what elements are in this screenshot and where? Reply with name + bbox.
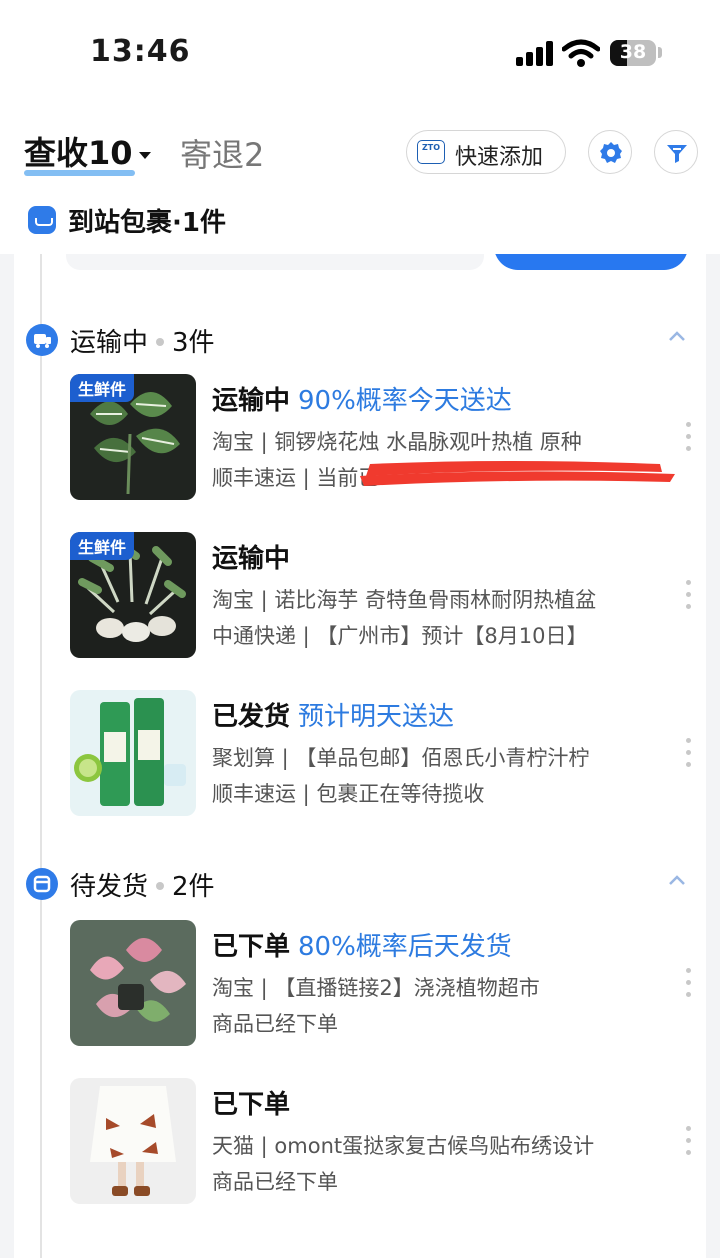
pickup-button[interactable] <box>494 254 688 270</box>
quick-add-button[interactable]: ZTO 快速添加 <box>406 130 566 174</box>
chevron-up-icon[interactable] <box>666 870 688 892</box>
more-options-icon[interactable] <box>686 580 692 610</box>
arrived-packages-row[interactable]: 到站包裹·1件 <box>0 196 720 254</box>
package-item[interactable]: 已发货 预计明天送达 聚划算 | 【单品包邮】佰恩氏小青柠汁柠 顺丰速运 | 包裹… <box>70 690 706 818</box>
section-in-transit-header[interactable]: 运输中 3件 <box>14 318 706 364</box>
tab-receive-label: 查收10 <box>24 134 133 172</box>
item-delivery-hint: 80%概率后天发货 <box>298 932 512 962</box>
product-thumbnail: 生鲜件 <box>70 374 196 500</box>
item-status: 已下单 <box>212 932 291 962</box>
station-icon <box>28 206 56 234</box>
item-order-info: 商品已经下单 <box>212 1012 338 1036</box>
item-status: 已发货 <box>212 702 291 732</box>
section-count: 2件 <box>172 872 215 902</box>
item-title: 淘宝 | 诺比海芋 奇特鱼骨雨林耐阴热植盆 <box>212 588 597 612</box>
product-thumbnail <box>70 690 196 816</box>
wifi-icon <box>562 39 600 67</box>
item-status: 运输中 <box>212 386 291 416</box>
package-item[interactable]: 已下单 80%概率后天发货 淘宝 | 【直播链接2】浇浇植物超市 商品已经下单 <box>70 920 706 1048</box>
item-carrier-info: 顺丰速运 | 包裹正在等待揽收 <box>212 782 485 806</box>
item-status: 已下单 <box>212 1090 291 1120</box>
gear-icon <box>600 142 622 163</box>
timeline-line <box>40 254 42 1258</box>
settings-button[interactable] <box>588 130 632 174</box>
filter-icon <box>667 145 687 163</box>
more-options-icon[interactable] <box>686 422 692 452</box>
item-delivery-hint: 预计明天送达 <box>298 702 455 732</box>
package-list-area: 运输中 3件 生鲜件 运输中 90%概率今天送达 淘宝 | 铜锣烧花烛 水晶脉观… <box>0 254 720 1258</box>
tab-receive[interactable]: 查收10 <box>24 128 151 176</box>
product-thumbnail <box>70 1078 196 1204</box>
header: 查收10 寄退2 ZTO 快速添加 <box>0 120 720 184</box>
fresh-tag: 生鲜件 <box>70 532 135 560</box>
item-status: 运输中 <box>212 544 291 574</box>
chevron-up-icon[interactable] <box>666 326 688 348</box>
box-icon <box>26 868 58 900</box>
quick-add-label: 快速添加 <box>455 145 544 170</box>
section-title: 待发货 <box>70 872 149 902</box>
cellular-signal-icon <box>516 40 554 66</box>
item-carrier-info: 中通快递 | 【广州市】预计【8月10日】 <box>212 624 588 648</box>
item-title: 淘宝 | 铜锣烧花烛 水晶脉观叶热植 原种 <box>212 430 582 454</box>
truck-icon <box>26 324 58 356</box>
status-bar: 13:46 38 <box>0 0 720 100</box>
section-pending-shipment-header[interactable]: 待发货 2件 <box>14 862 706 908</box>
more-options-icon[interactable] <box>686 1126 692 1156</box>
clock: 13:46 <box>90 34 191 69</box>
more-options-icon[interactable] <box>686 738 692 768</box>
arrived-packages-label: 到站包裹·1件 <box>68 208 226 238</box>
fresh-tag: 生鲜件 <box>70 374 135 402</box>
product-thumbnail <box>70 920 196 1046</box>
package-list-card: 运输中 3件 生鲜件 运输中 90%概率今天送达 淘宝 | 铜锣烧花烛 水晶脉观… <box>14 254 706 1258</box>
product-thumbnail: 生鲜件 <box>70 532 196 658</box>
item-delivery-hint: 90%概率今天送达 <box>298 386 512 416</box>
package-item[interactable]: 生鲜件 运输中 淘宝 | 诺比海芋 奇特鱼骨雨林耐阴热植盆 中通快递 | 【广州… <box>70 532 706 660</box>
more-options-icon[interactable] <box>686 968 692 998</box>
battery-icon: 38 <box>610 40 656 66</box>
package-item[interactable]: 已下单 天猫 | omont蛋挞家复古候鸟贴布绣设计 商品已经下单 <box>70 1078 706 1206</box>
caret-down-icon <box>138 151 151 159</box>
tab-send-return[interactable]: 寄退2 <box>180 130 264 176</box>
section-count: 3件 <box>172 328 215 358</box>
zto-logo-icon: ZTO <box>417 140 445 164</box>
battery-level: 38 <box>619 41 647 63</box>
item-title: 淘宝 | 【直播链接2】浇浇植物超市 <box>212 976 540 1000</box>
pickup-code-box <box>66 254 484 270</box>
item-title: 聚划算 | 【单品包邮】佰恩氏小青柠汁柠 <box>212 746 590 770</box>
item-order-info: 商品已经下单 <box>212 1170 338 1194</box>
section-title: 运输中 <box>70 328 149 358</box>
item-title: 天猫 | omont蛋挞家复古候鸟贴布绣设计 <box>212 1134 595 1158</box>
redaction-scribble <box>360 461 675 486</box>
filter-button[interactable] <box>654 130 698 174</box>
